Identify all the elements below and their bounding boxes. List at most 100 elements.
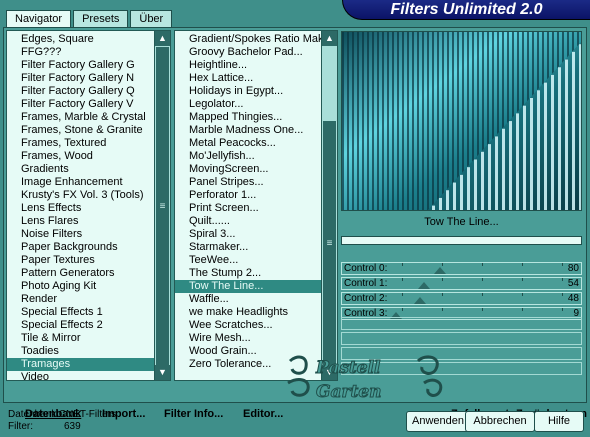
filter-list-item[interactable]: Holidays in Egypt...: [175, 85, 337, 98]
filter-list-item[interactable]: Gradient/Spokes Ratio Maker...: [175, 33, 337, 46]
slider-tick: [442, 308, 443, 311]
preview-stripe: [427, 32, 429, 210]
slider-tick: [442, 278, 443, 281]
slider-tick: [402, 278, 403, 281]
scroll-up-icon[interactable]: ▲: [322, 31, 337, 46]
preview-stripe: [488, 144, 491, 210]
category-list-item[interactable]: Photo Aging Kit: [7, 280, 170, 293]
preview-stripe: [453, 182, 456, 210]
preview-stripe: [537, 90, 540, 210]
category-list[interactable]: Edges, Square FFG??? Filter Factory Galler…: [6, 30, 171, 381]
control-value: 80: [567, 263, 579, 274]
category-list-item[interactable]: Frames, Marble & Crystal: [7, 111, 170, 124]
preview-stripe: [467, 167, 470, 210]
filter-scrollbar[interactable]: ▲ ≡ ▼: [321, 31, 337, 380]
editor-menu[interactable]: Editor...: [243, 408, 283, 420]
help-button[interactable]: Hilfe: [534, 411, 584, 432]
filter-list-item[interactable]: Heightline...: [175, 59, 337, 72]
filter-list-item[interactable]: Hex Lattice...: [175, 72, 337, 85]
category-list-item[interactable]: Filter Factory Gallery G: [7, 59, 170, 72]
category-list-item[interactable]: Paper Textures: [7, 254, 170, 267]
category-list-item[interactable]: FFG???: [7, 46, 170, 59]
filter-list-item[interactable]: Spiral 3...: [175, 228, 337, 241]
category-scroll-thumb[interactable]: ≡: [156, 47, 169, 366]
slider-ticks: [402, 308, 563, 311]
category-list-item[interactable]: Frames, Wood: [7, 150, 170, 163]
filter-list-item[interactable]: Marble Madness One...: [175, 124, 337, 137]
category-list-item[interactable]: Filter Factory Gallery Q: [7, 85, 170, 98]
cancel-button[interactable]: Abbrechen: [465, 411, 535, 432]
apply-button[interactable]: Anwenden: [406, 411, 470, 432]
slider-tick: [482, 308, 483, 311]
filter-list-item[interactable]: Print Screen...: [175, 202, 337, 215]
filter-list-item[interactable]: we make Headlights: [175, 306, 337, 319]
tab-navigator[interactable]: Navigator: [6, 10, 72, 28]
filter-list-item[interactable]: Perforator 1...: [175, 189, 337, 202]
tab-bar: Navigator Presets Über: [6, 10, 174, 28]
category-list-item[interactable]: Lens Flares: [7, 215, 170, 228]
category-list-item[interactable]: Frames, Textured: [7, 137, 170, 150]
preview-pattern: [342, 32, 581, 210]
category-list-item[interactable]: Pattern Generators: [7, 267, 170, 280]
slider-tick: [402, 263, 403, 266]
scroll-down-icon[interactable]: ▼: [155, 365, 170, 380]
category-list-item[interactable]: Frames, Stone & Granite: [7, 124, 170, 137]
category-list-item[interactable]: Lens Effects: [7, 202, 170, 215]
preview-stripe: [516, 113, 519, 210]
status-datenbank-value: ICNET-Filters: [56, 409, 116, 420]
filter-list[interactable]: Gradient/Spokes Ratio Maker... Groovy Bac…: [174, 30, 338, 381]
category-list-item[interactable]: Video: [7, 371, 170, 380]
tab-presets[interactable]: Presets: [73, 10, 129, 28]
filter-scroll-thumb[interactable]: ≡: [323, 121, 336, 366]
filter-list-item[interactable]: The Stump 2...: [175, 267, 337, 280]
filter-list-item[interactable]: Metal Peacocks...: [175, 137, 337, 150]
preview-stripe: [412, 32, 414, 210]
category-list-item[interactable]: Render: [7, 293, 170, 306]
category-list-item[interactable]: Filter Factory Gallery N: [7, 72, 170, 85]
category-list-item[interactable]: Special Effects 1: [7, 306, 170, 319]
category-list-item[interactable]: Tramages: [7, 358, 170, 371]
filter-list-item[interactable]: Mo'Jellyfish...: [175, 150, 337, 163]
preview-stripe: [422, 32, 424, 210]
control-label: Control 2:: [344, 293, 388, 304]
category-list-item[interactable]: Image Enhancement: [7, 176, 170, 189]
filter-list-item[interactable]: Wire Mesh...: [175, 332, 337, 345]
slider-tick: [522, 263, 523, 266]
category-list-item[interactable]: Edges, Square: [7, 33, 170, 46]
filter-list-item[interactable]: Wee Scratches...: [175, 319, 337, 332]
preview-stripe: [460, 174, 463, 210]
filter-list-item[interactable]: TeeWee...: [175, 254, 337, 267]
control-slider-0[interactable]: Control 0: 80: [341, 262, 582, 275]
preview-stripe: [442, 32, 444, 210]
tab-uber[interactable]: Über: [130, 10, 173, 28]
preview-stripe: [357, 32, 359, 210]
preview-stripe: [377, 32, 379, 210]
preview-stripe: [417, 32, 419, 210]
filter-list-item[interactable]: Panel Stripes...: [175, 176, 337, 189]
category-list-item[interactable]: Gradients: [7, 163, 170, 176]
category-list-item[interactable]: Toadies: [7, 345, 170, 358]
filter-list-item[interactable]: MovingScreen...: [175, 163, 337, 176]
category-scrollbar[interactable]: ▲ ≡ ▼: [154, 31, 170, 380]
filter-list-item[interactable]: Tow The Line...: [175, 280, 337, 293]
category-list-item[interactable]: Krusty's FX Vol. 3 (Tools): [7, 189, 170, 202]
watermark-logo: Pastell Garten: [287, 355, 443, 403]
category-list-item[interactable]: Special Effects 2: [7, 319, 170, 332]
control-slider-1[interactable]: Control 1: 54: [341, 277, 582, 290]
filter-info-menu[interactable]: Filter Info...: [164, 408, 223, 420]
category-list-item[interactable]: Filter Factory Gallery V: [7, 98, 170, 111]
category-list-item[interactable]: Tile & Mirror: [7, 332, 170, 345]
filter-list-item[interactable]: Legolator...: [175, 98, 337, 111]
category-list-item[interactable]: Paper Backgrounds: [7, 241, 170, 254]
filter-list-item[interactable]: Mapped Thingies...: [175, 111, 337, 124]
slider-thumb-icon[interactable]: [417, 282, 430, 289]
slider-thumb-icon[interactable]: [433, 267, 446, 274]
filter-list-item[interactable]: Waffle...: [175, 293, 337, 306]
filter-list-item[interactable]: Groovy Bachelor Pad...: [175, 46, 337, 59]
control-slider-2[interactable]: Control 2: 48: [341, 292, 582, 305]
slider-thumb-icon[interactable]: [414, 297, 427, 304]
filter-list-item[interactable]: Quilt......: [175, 215, 337, 228]
scroll-up-icon[interactable]: ▲: [155, 31, 170, 46]
filter-list-item[interactable]: Starmaker...: [175, 241, 337, 254]
category-list-item[interactable]: Noise Filters: [7, 228, 170, 241]
